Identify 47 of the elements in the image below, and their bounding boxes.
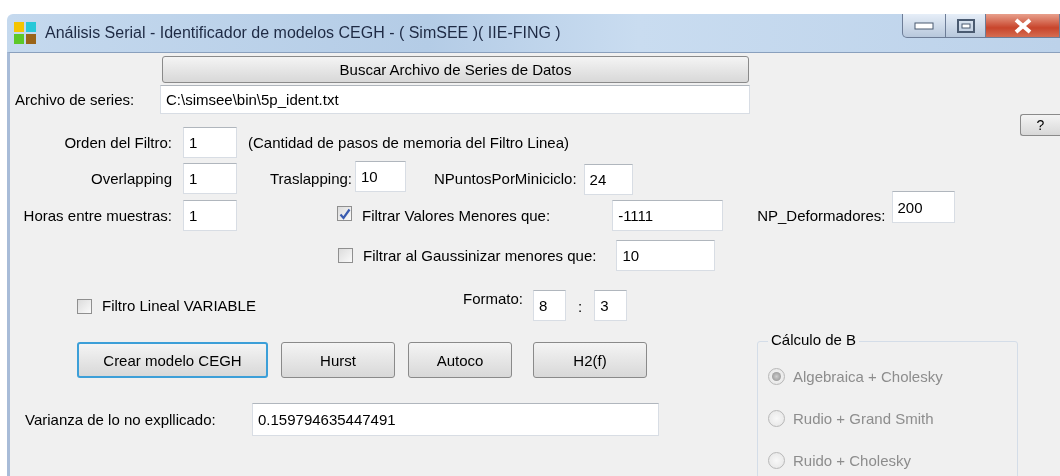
checkbox-label: Filtrar al Gaussinizar menores que: [363, 247, 597, 264]
action-button[interactable]: Crear modelo CEGH [77, 342, 268, 378]
radio-label: Rudio + Grand Smith [793, 409, 934, 427]
close-icon [1013, 17, 1032, 34]
points-field[interactable]: 24 [583, 164, 633, 195]
close-button[interactable] [986, 14, 1060, 38]
checkbox-label: Filtro Lineal VARIABLE [102, 297, 256, 314]
traslapping-field[interactable]: 10 [355, 161, 406, 192]
field-label: Traslapping: [270, 169, 352, 187]
file-path-field[interactable]: C:\simsee\bin\5p_ident.txt [160, 85, 750, 114]
app-icon [13, 21, 37, 45]
field-label: Varianza de lo no expllicado: [25, 411, 217, 428]
format-decimals-field[interactable]: 3 [594, 290, 628, 321]
group-title: Cálculo de B [768, 331, 860, 348]
hint-text: (Cantidad de pasos de memoria del Filtro Linea) [248, 134, 569, 151]
radio-label: Ruido + Cholesky [793, 451, 911, 469]
filter-order-field[interactable]: 1 [183, 127, 237, 158]
field-label: NP_Deformadores: [757, 207, 886, 224]
minimize-button[interactable] [902, 14, 946, 38]
action-button[interactable]: Hurst [281, 342, 395, 378]
field-label: Overlapping [90, 169, 172, 187]
hours-field[interactable]: 1 [183, 200, 237, 231]
window-title: Análisis Serial - Identificador de modelos CEGH - ( SimSEE )( IIE-FING ) [45, 24, 561, 42]
checkbox[interactable] [338, 248, 353, 263]
field-label: Formato: [462, 290, 523, 307]
maximize-button[interactable] [946, 14, 986, 38]
maximize-icon [956, 18, 975, 33]
field-label: Horas entre muestras: [22, 207, 172, 224]
action-button[interactable]: Autoco [408, 342, 512, 378]
help-button[interactable]: ? [1020, 114, 1060, 136]
action-button[interactable]: H2(f) [533, 342, 647, 378]
field-label: Archivo de series: [15, 91, 136, 108]
deformers-field[interactable]: 200 [891, 191, 955, 223]
gaussianize-field[interactable]: 10 [616, 240, 716, 271]
variance-field[interactable]: 0.159794635447491 [252, 403, 659, 436]
radio-label: Algebraica + Cholesky [793, 367, 943, 385]
overlapping-field[interactable]: 1 [183, 162, 237, 194]
format-width-field[interactable]: 8 [533, 290, 566, 321]
checkbox[interactable] [77, 299, 92, 314]
checkbox[interactable] [337, 206, 352, 221]
minimize-icon [914, 21, 934, 30]
checkbox-label: Filtrar Valores Menores que: [362, 207, 551, 224]
browse-button[interactable]: Buscar Archivo de Series de Datos [162, 56, 749, 83]
field-label: NPuntosPorMiniciclo: [434, 169, 577, 187]
filter-value-field[interactable]: -1111 [612, 200, 724, 231]
separator-text: : [578, 298, 583, 315]
field-label: Orden del Filtro: [63, 134, 172, 151]
